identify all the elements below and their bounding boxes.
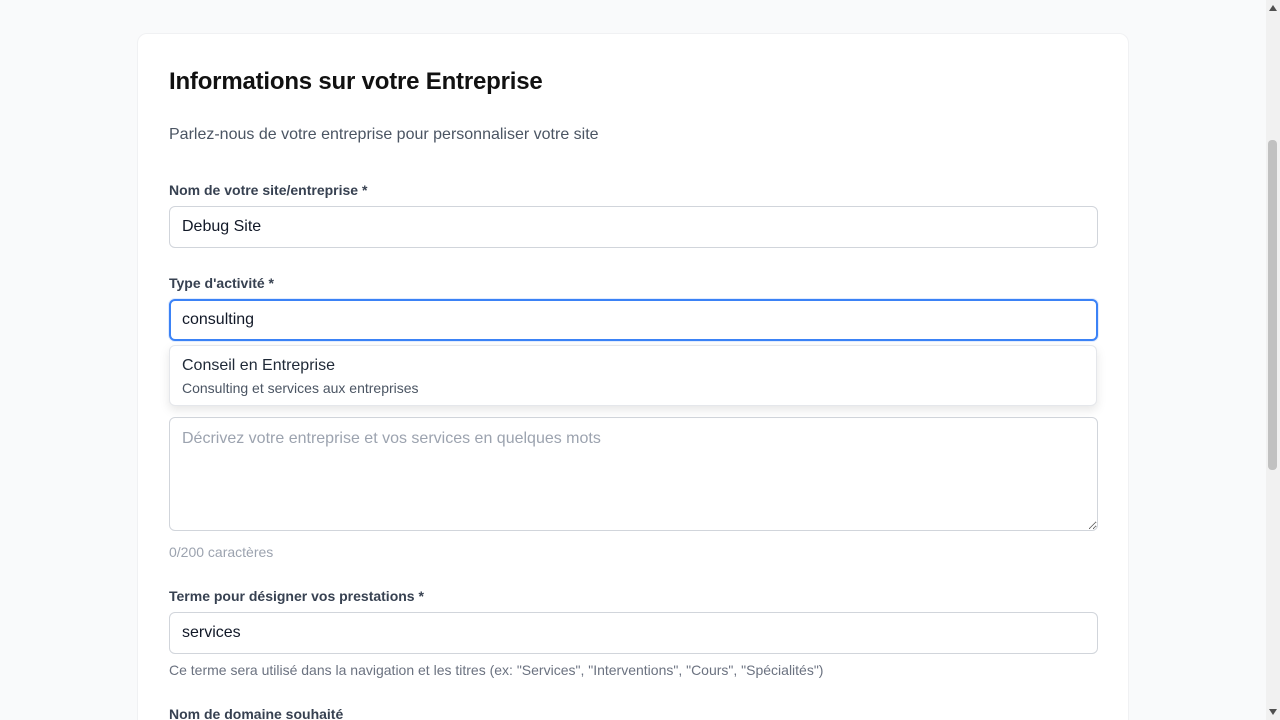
service-term-input[interactable] (169, 612, 1098, 654)
scroll-up-arrow-icon[interactable] (1269, 5, 1277, 11)
description-textarea[interactable] (169, 417, 1098, 531)
domain-label: Nom de domaine souhaité (169, 706, 344, 720)
scrollbar-thumb[interactable] (1268, 140, 1277, 470)
service-term-label: Terme pour désigner vos prestations * (169, 588, 424, 604)
suggestion-description: Consulting et services aux entreprises (182, 380, 419, 396)
activity-suggestions-dropdown: Conseil en Entreprise Consulting et serv… (169, 345, 1097, 406)
page-subtitle: Parlez-nous de votre entreprise pour per… (169, 126, 599, 143)
scroll-down-arrow-icon[interactable] (1269, 709, 1277, 715)
activity-type-input[interactable] (169, 299, 1098, 341)
activity-type-label: Type d'activité * (169, 275, 274, 291)
page: Informations sur votre Entreprise Parlez… (0, 0, 1280, 720)
page-title: Informations sur votre Entreprise (169, 68, 543, 95)
suggestion-item[interactable]: Conseil en Entreprise Consulting et serv… (182, 357, 1084, 396)
site-name-input[interactable] (169, 206, 1098, 248)
description-char-counter: 0/200 caractères (169, 544, 274, 560)
page-scrollbar[interactable] (1266, 0, 1280, 720)
site-name-label: Nom de votre site/entreprise * (169, 182, 368, 198)
suggestion-title: Conseil en Entreprise (182, 357, 335, 374)
service-term-hint: Ce terme sera utilisé dans la navigation… (169, 662, 824, 678)
